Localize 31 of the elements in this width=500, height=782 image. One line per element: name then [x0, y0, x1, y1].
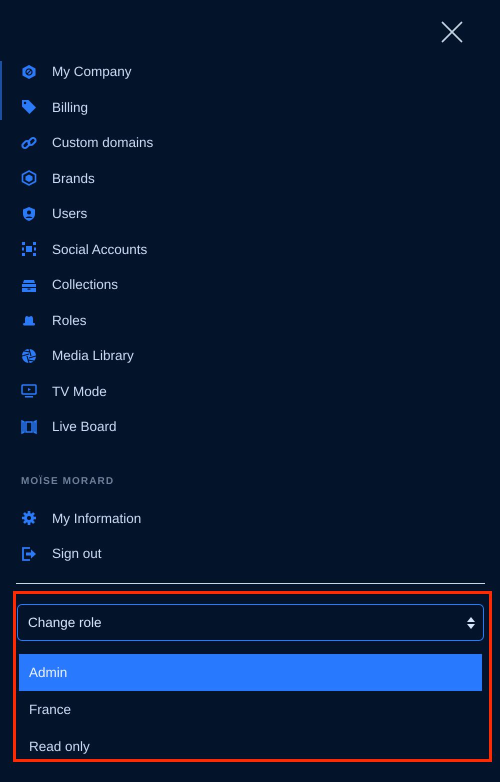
menu-item[interactable]: Social Accounts: [52, 242, 148, 257]
board-icon: [21, 418, 37, 435]
menu-item[interactable]: TV Mode: [52, 384, 107, 399]
menu-item[interactable]: My Information: [52, 510, 142, 526]
shield-user-icon: [21, 206, 37, 222]
role-option[interactable]: Read only: [19, 728, 482, 765]
settings-icon: [21, 510, 37, 526]
section-title: MOÏSE MORARD: [21, 474, 114, 488]
close-icon[interactable]: [440, 20, 464, 44]
menu-item[interactable]: Brands: [52, 170, 95, 186]
menu-item[interactable]: Live Board: [52, 419, 117, 434]
hexagon-icon: [21, 170, 37, 186]
network-icon: [21, 241, 37, 258]
role-select[interactable]: Change role: [17, 604, 484, 641]
menu-item[interactable]: Sign out: [52, 546, 102, 562]
menu-item[interactable]: Media Library: [52, 348, 134, 364]
menu-item[interactable]: Roles: [52, 312, 87, 328]
menu-item[interactable]: Collections: [52, 277, 118, 292]
menu-item[interactable]: Custom domains: [52, 135, 154, 150]
aperture-icon: [21, 348, 37, 364]
box-icon: [21, 64, 37, 80]
sign-out-icon: [21, 546, 37, 562]
tag-icon: [21, 99, 37, 116]
sort-arrows-icon: [467, 616, 475, 628]
link-icon: [21, 134, 37, 151]
role-option[interactable]: France: [19, 691, 482, 728]
monitor-icon: [21, 383, 37, 400]
menu-item[interactable]: My Company: [52, 64, 132, 80]
scrollbar-thumb: [0, 61, 2, 120]
menu-item[interactable]: Users: [52, 206, 88, 222]
menu-item[interactable]: Billing: [52, 100, 88, 115]
